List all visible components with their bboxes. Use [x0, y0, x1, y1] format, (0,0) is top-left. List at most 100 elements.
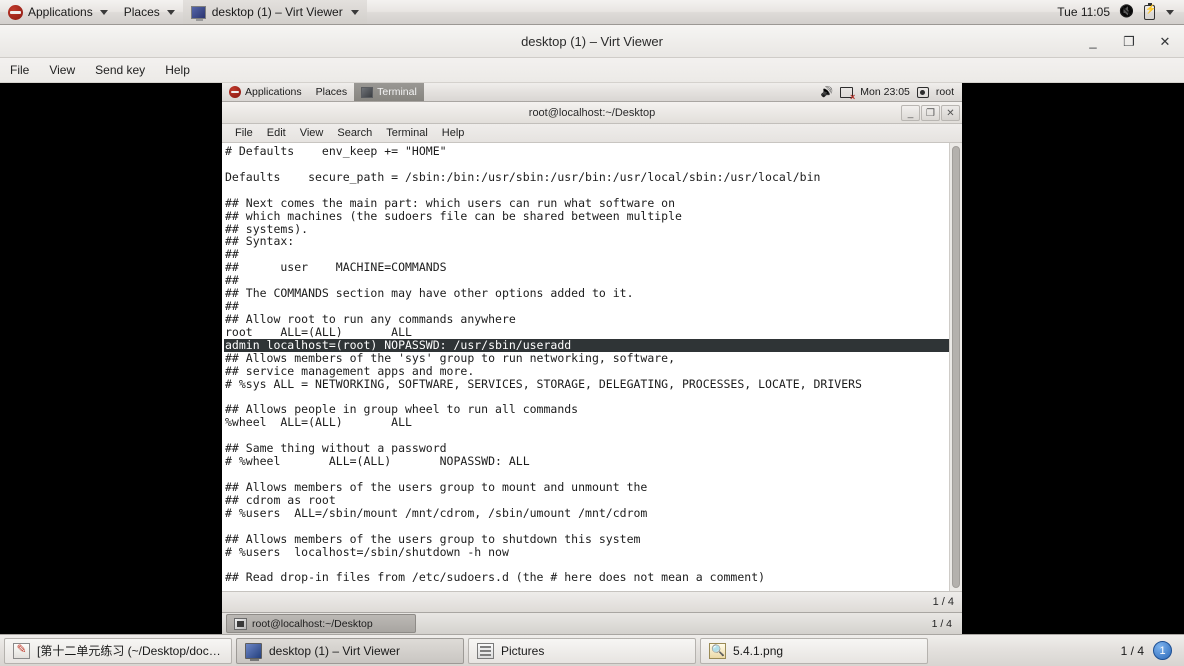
applications-menu[interactable]: Applications	[0, 0, 116, 24]
virt-viewer-window-controls: _ ❐ ✕	[1082, 25, 1176, 58]
terminal-line: Defaults secure_path = /sbin:/bin:/usr/s…	[225, 169, 821, 184]
menu-view[interactable]: View	[39, 58, 85, 83]
taskbar-item-virt-viewer[interactable]: desktop (1) – Virt Viewer	[236, 637, 464, 664]
menu-help[interactable]: Help	[155, 58, 200, 83]
close-button[interactable]: ✕	[1154, 31, 1176, 53]
maximize-button[interactable]: ❐	[1118, 31, 1140, 53]
terminal-close-button[interactable]: ✕	[941, 105, 960, 121]
terminal-menu-file[interactable]: File	[228, 124, 260, 143]
terminal-line: %wheel ALL=(ALL) ALL	[225, 415, 412, 430]
places-menu[interactable]: Places	[116, 0, 183, 24]
file-manager-icon	[477, 642, 494, 659]
terminal-menu-edit[interactable]: Edit	[260, 124, 293, 143]
guest-workspace-indicator: 1 / 4	[931, 617, 952, 630]
workspace-badge[interactable]: 1	[1153, 641, 1172, 660]
virt-viewer-menubar: File View Send key Help	[0, 58, 1184, 83]
terminal-icon	[361, 86, 374, 98]
host-top-panel: Applications Places desktop (1) – Virt V…	[0, 0, 1184, 25]
menu-send-key[interactable]: Send key	[85, 58, 155, 83]
terminal-scrollbar[interactable]	[949, 143, 962, 591]
terminal-minimize-button[interactable]: _	[901, 105, 920, 121]
guest-taskbar-item-terminal[interactable]: root@localhost:~/Desktop	[226, 614, 416, 633]
terminal-line: # Defaults env_keep += "HOME"	[225, 144, 447, 158]
terminal-menu-help[interactable]: Help	[435, 124, 472, 143]
terminal-line: ## Read drop-in files from /etc/sudoers.…	[225, 570, 766, 585]
terminal-menubar: File Edit View Search Terminal Help	[222, 124, 962, 143]
host-clock[interactable]: Tue 11:05	[1057, 5, 1110, 19]
network-disconnected-icon[interactable]	[840, 86, 855, 102]
terminal-window-controls: _ ❐ ✕	[901, 105, 960, 121]
terminal-text-content[interactable]: # Defaults env_keep += "HOME" Defaults s…	[222, 143, 949, 591]
volume-icon[interactable]	[821, 86, 833, 98]
guest-display-area[interactable]: Applications Places Terminal Mon 23:05 r…	[0, 83, 1184, 634]
terminal-line: root ALL=(ALL) ALL	[225, 324, 412, 339]
terminal-line: ## which machines (the sudoers file can …	[225, 208, 682, 223]
guest-user-label[interactable]: root	[936, 86, 954, 98]
terminal-line: ## The COMMANDS section may have other o…	[225, 286, 634, 301]
host-panel-window-button[interactable]: desktop (1) – Virt Viewer	[182, 0, 367, 24]
chevron-down-icon	[350, 9, 359, 15]
host-panel-tray: Tue 11:05	[1057, 2, 1184, 20]
terminal-body[interactable]: # Defaults env_keep += "HOME" Defaults s…	[222, 143, 962, 591]
terminal-statusbar: 1 / 4	[222, 591, 962, 612]
guest-active-window-label: Terminal	[377, 86, 417, 98]
battery-icon[interactable]	[1144, 2, 1155, 20]
terminal-line-highlighted: admin localhost=(root) NOPASSWD: /usr/sb…	[224, 338, 949, 352]
minimize-button[interactable]: _	[1082, 31, 1104, 53]
fedora-logo-icon	[229, 86, 241, 98]
taskbar-item-image-label: 5.4.1.png	[733, 643, 784, 658]
terminal-line: ## Allows members of the 'sys' group to …	[225, 350, 676, 365]
host-workspace-indicator: 1 / 4	[1120, 643, 1144, 658]
places-menu-label: Places	[123, 5, 160, 19]
terminal-scrollbar-thumb[interactable]	[952, 146, 960, 588]
terminal-menu-terminal[interactable]: Terminal	[379, 124, 435, 143]
terminal-line: # %users localhost=/sbin/shutdown -h now	[225, 544, 509, 559]
guest-places-label: Places	[315, 86, 348, 98]
host-taskbar-right: 1 / 4 1	[1121, 641, 1180, 660]
chevron-down-icon[interactable]	[1166, 9, 1174, 15]
terminal-menu-view[interactable]: View	[293, 124, 331, 143]
guest-places-menu[interactable]: Places	[309, 83, 355, 101]
guest-applications-label: Applications	[245, 86, 302, 98]
terminal-status-count: 1 / 4	[932, 596, 954, 608]
image-viewer-icon	[709, 642, 726, 659]
fedora-logo-icon	[8, 4, 23, 20]
terminal-line: ## systems).	[225, 221, 309, 236]
terminal-line: ## user MACHINE=COMMANDS	[225, 260, 447, 275]
terminal-line: ## Syntax:	[225, 234, 295, 249]
screen-root: Applications Places desktop (1) – Virt V…	[0, 0, 1184, 666]
text-editor-icon	[13, 642, 30, 659]
volume-mute-icon[interactable]	[1119, 5, 1135, 20]
host-panel-left: Applications Places desktop (1) – Virt V…	[0, 0, 367, 24]
terminal-line: ## cdrom as root	[225, 492, 336, 507]
taskbar-item-editor[interactable]: [第十二单元练习 (~/Desktop/docs...	[4, 637, 232, 664]
terminal-line: ## service management apps and more.	[225, 363, 475, 378]
monitor-icon	[190, 5, 206, 21]
chevron-down-icon	[166, 9, 175, 15]
user-icon	[916, 86, 929, 98]
terminal-title: root@localhost:~/Desktop	[528, 106, 656, 119]
guest-clock[interactable]: Mon 23:05	[860, 86, 910, 98]
host-panel-window-label: desktop (1) – Virt Viewer	[211, 5, 343, 19]
applications-menu-label: Applications	[28, 5, 93, 19]
terminal-line: # %wheel ALL=(ALL) NOPASSWD: ALL	[225, 454, 530, 469]
guest-taskbar: root@localhost:~/Desktop 1 / 4	[222, 612, 962, 634]
taskbar-item-image[interactable]: 5.4.1.png	[700, 637, 928, 664]
taskbar-item-pictures-label: Pictures	[501, 643, 545, 658]
guest-applications-menu[interactable]: Applications	[222, 83, 309, 101]
taskbar-item-pictures[interactable]: Pictures	[468, 637, 696, 664]
terminal-maximize-button[interactable]: ❐	[921, 105, 940, 121]
terminal-line: ## Next comes the main part: which users…	[225, 195, 676, 210]
guest-active-window-button[interactable]: Terminal	[354, 83, 424, 101]
taskbar-item-virt-viewer-label: desktop (1) – Virt Viewer	[269, 643, 400, 658]
menu-file[interactable]: File	[0, 58, 39, 83]
terminal-window: root@localhost:~/Desktop _ ❐ ✕ File Edit…	[222, 102, 962, 612]
guest-desktop: Applications Places Terminal Mon 23:05 r…	[222, 83, 962, 634]
terminal-menu-search[interactable]: Search	[330, 124, 379, 143]
taskbar-item-editor-label: [第十二单元练习 (~/Desktop/docs...	[37, 644, 223, 658]
host-taskbar: [第十二单元练习 (~/Desktop/docs... desktop (1) …	[0, 634, 1184, 666]
terminal-icon	[234, 617, 247, 630]
